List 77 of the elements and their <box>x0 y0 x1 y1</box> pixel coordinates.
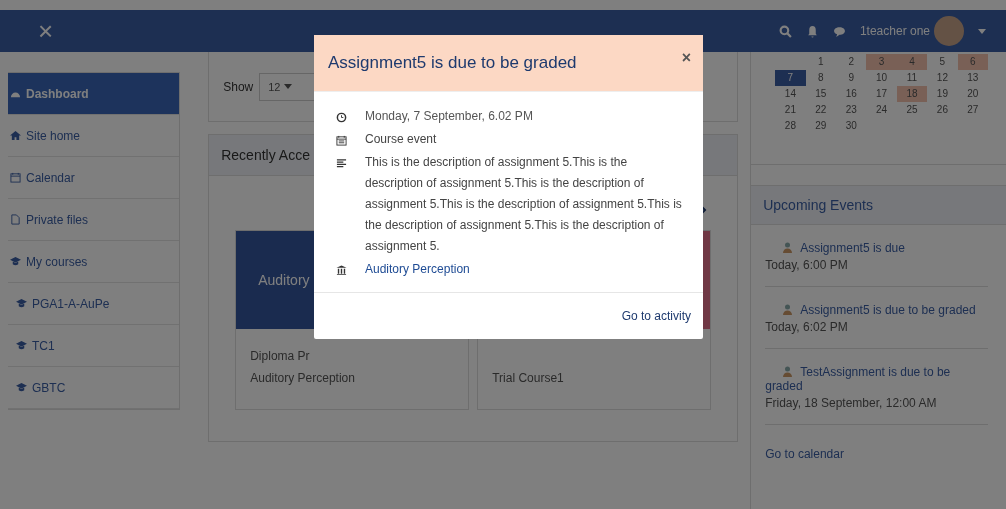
panel-title: Upcoming Events <box>751 186 1006 225</box>
course-link[interactable]: Auditory Perception <box>365 259 685 280</box>
sidebar-item[interactable]: Dashboard <box>8 73 180 115</box>
go-to-calendar-link[interactable]: Go to calendar <box>765 447 844 461</box>
calendar-day[interactable]: 21 <box>775 102 806 118</box>
user-icon <box>783 242 793 253</box>
calendar-day[interactable]: 22 <box>805 102 836 118</box>
calendar-day[interactable]: 4 <box>896 54 928 70</box>
calendar-icon <box>336 135 347 146</box>
calendar-day[interactable]: 11 <box>896 70 928 86</box>
calendar-day[interactable]: 8 <box>805 70 836 86</box>
calendar-day[interactable]: 13 <box>957 70 988 86</box>
calendar-day[interactable]: 19 <box>927 86 958 102</box>
event-time: Today, 6:02 PM <box>765 320 849 334</box>
calendar-day[interactable]: 29 <box>805 118 836 134</box>
close-button[interactable]: × <box>681 49 691 67</box>
calendar-day[interactable]: 5 <box>927 54 958 70</box>
calendar-day[interactable]: 26 <box>927 102 958 118</box>
calendar-day[interactable]: 14 <box>775 86 806 102</box>
calendar-day[interactable]: 10 <box>866 70 897 86</box>
avatar[interactable] <box>934 16 964 46</box>
text-lines-icon <box>336 158 347 169</box>
calendar-day[interactable]: 3 <box>866 54 897 70</box>
sidebar-item[interactable]: TC1 <box>8 325 180 367</box>
calendar-day[interactable]: 23 <box>836 102 867 118</box>
sidebar-item[interactable]: GBTC <box>8 367 180 409</box>
calendar-day[interactable]: 18 <box>896 86 928 102</box>
event-time: Monday, 7 September, 6.02 PM <box>365 108 534 125</box>
event-link[interactable]: Assignment5 is due <box>765 241 988 255</box>
calendar-day[interactable]: 30 <box>836 118 867 134</box>
event-time: Today, 6:00 PM <box>765 258 849 272</box>
caret-icon <box>284 84 293 89</box>
graduation-cap-icon <box>16 340 27 351</box>
sidebar-item[interactable]: PGA1-A-AuPe <box>8 283 180 325</box>
calendar-day[interactable]: 27 <box>957 102 988 118</box>
course-name[interactable]: Trial Course1 <box>492 371 697 385</box>
search-icon[interactable] <box>778 24 792 38</box>
calendar-day[interactable]: 17 <box>866 86 897 102</box>
calendar-day[interactable]: 24 <box>866 102 897 118</box>
event-link[interactable]: TestAssignment is due to be graded <box>765 365 988 393</box>
calendar-day[interactable]: 1 <box>805 54 836 70</box>
calendar-day[interactable]: 25 <box>896 102 928 118</box>
calendar-day[interactable]: 12 <box>927 70 958 86</box>
calendar-day[interactable]: 15 <box>805 86 836 102</box>
graduation-cap-icon <box>16 382 27 393</box>
user-name[interactable]: 1teacher one <box>859 24 930 38</box>
calendar-day[interactable]: 7 <box>775 70 806 86</box>
calendar-icon <box>10 172 21 183</box>
user-icon <box>783 304 793 315</box>
event-time: Friday, 18 September, 12:00 AM <box>765 396 938 410</box>
calendar-day[interactable]: 16 <box>836 86 867 102</box>
sidebar-item[interactable]: Calendar <box>8 157 180 199</box>
clock-icon <box>336 112 347 123</box>
sidebar-item[interactable]: My courses <box>8 241 180 283</box>
course-name[interactable]: Auditory Perception <box>250 371 455 385</box>
user-icon <box>783 366 793 377</box>
course-category: Diploma Pr <box>250 349 311 363</box>
show-label: Show <box>223 79 254 94</box>
sidebar-item[interactable]: Private files <box>8 199 180 241</box>
dialog-title: Assignment5 is due to be graded <box>328 53 577 73</box>
course-image-text: Auditory <box>258 272 310 288</box>
calendar-day[interactable]: 6 <box>957 54 988 70</box>
event-link[interactable]: Assignment5 is due to be graded <box>765 303 988 317</box>
calendar-day[interactable]: 9 <box>836 70 867 86</box>
building-icon <box>336 265 347 276</box>
close-icon[interactable]: × <box>38 18 54 44</box>
calendar-day[interactable]: 28 <box>775 118 806 134</box>
sidebar-item[interactable]: Site home <box>8 115 180 157</box>
go-to-activity-link[interactable]: Go to activity <box>621 309 691 323</box>
home-icon <box>10 130 21 141</box>
chat-icon[interactable] <box>832 24 846 38</box>
caret-icon[interactable] <box>978 28 986 34</box>
calendar-day[interactable]: 2 <box>836 54 867 70</box>
graduation-cap-icon <box>10 256 21 267</box>
calendar-day[interactable]: 20 <box>957 86 988 102</box>
graduation-cap-icon <box>16 298 27 309</box>
file-icon <box>10 214 21 225</box>
